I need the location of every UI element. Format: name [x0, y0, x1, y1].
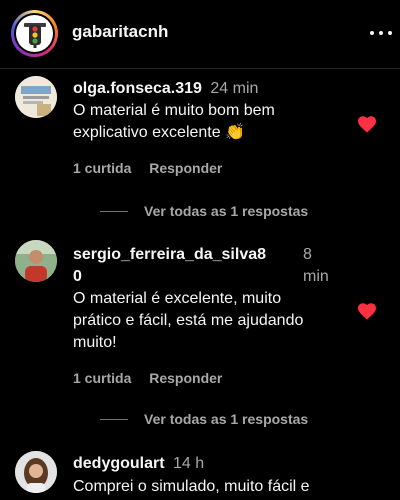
- avatar-image-icon: [15, 451, 57, 493]
- comment-username[interactable]: dedygoulart: [73, 455, 165, 472]
- comment-text: Comprei o simulado, muito fácil e: [73, 478, 310, 495]
- comments-screen: gabaritacnh olga.fonseca.319 24 min O ma…: [0, 0, 400, 500]
- avatar[interactable]: [15, 451, 57, 493]
- comment-item: dedygoulart 14 h Comprei o simulado, mui…: [0, 0, 400, 500]
- comment-time: 14 h: [173, 455, 205, 472]
